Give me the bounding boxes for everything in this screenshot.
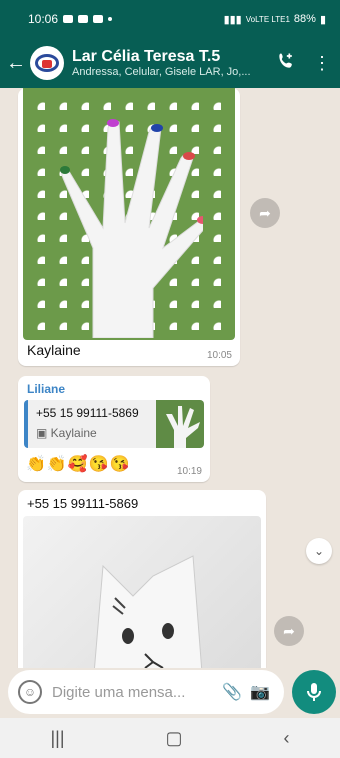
add-call-icon[interactable] <box>268 51 304 76</box>
quoted-thumbnail <box>156 400 204 448</box>
network-label: VoLTE LTE1 <box>245 14 290 24</box>
chat-header: ← Lar Célia Teresa T.5 Andressa, Celular… <box>0 38 340 88</box>
more-notifications-dot <box>108 17 113 21</box>
chat-title: Lar Célia Teresa T.5 <box>72 48 221 65</box>
more-options-icon[interactable]: ⋮ <box>304 53 340 74</box>
message-time: 10:05 <box>206 350 232 361</box>
battery-icon: ▮ <box>319 13 326 26</box>
youtube-icon <box>93 15 104 23</box>
group-avatar[interactable] <box>30 46 64 80</box>
emoji-icon[interactable]: ☺ <box>18 680 42 704</box>
home-icon[interactable]: ▢ <box>166 728 183 749</box>
recent-apps-icon[interactable]: ||| <box>50 728 64 749</box>
status-bar: 10:06 ▮▮▮ VoLTE LTE1 88% ▮ <box>0 0 340 38</box>
forward-icon[interactable]: ➦ <box>274 616 304 646</box>
image-message[interactable]: +55 15 99111-5869 <box>18 490 266 668</box>
message-list[interactable]: Kaylaine 10:05 ➦ Liliane +55 15 99111-58… <box>0 88 340 668</box>
message-input[interactable]: Digite uma mensa... <box>52 684 218 701</box>
image-message[interactable]: Kaylaine 10:05 <box>18 88 240 366</box>
message-image[interactable] <box>23 88 235 340</box>
image-caption: Kaylaine <box>27 342 81 358</box>
message-image[interactable] <box>23 516 261 668</box>
scroll-down-icon[interactable]: ⌄ <box>306 538 332 564</box>
signal-icon: ▮▮▮ <box>223 13 242 26</box>
cat-drawing-image <box>93 555 203 668</box>
message-composer[interactable]: ☺ Digite uma mensa... 📎 📷 <box>8 670 284 714</box>
chat-participants: Andressa, Celular, Gisele LAR, Jo,... <box>72 66 251 78</box>
emoji-text: 👏👏🥰😘😘 <box>26 456 131 473</box>
hand-drawing-image <box>60 119 203 338</box>
quoted-number: +55 15 99111-5869 <box>36 406 139 420</box>
back-arrow-icon[interactable]: ← <box>2 52 30 75</box>
notification-icon <box>78 15 89 23</box>
forwarded-sender-number: +55 15 99111-5869 <box>27 496 139 511</box>
mic-icon <box>307 683 321 701</box>
battery-label: 88% <box>293 13 316 25</box>
sender-name: Liliane <box>27 382 66 396</box>
message-time: 10:19 <box>176 466 202 477</box>
camera-icon[interactable]: 📷 <box>246 682 274 702</box>
chat-title-area[interactable]: Lar Célia Teresa T.5 Andressa, Celular, … <box>72 48 268 78</box>
image-icon: ▣ <box>36 426 51 440</box>
reply-message[interactable]: Liliane +55 15 99111-5869 ▣ Kaylaine 👏👏🥰… <box>18 376 210 482</box>
system-nav-bar: ||| ▢ ‹ <box>0 718 340 758</box>
quoted-message[interactable]: +55 15 99111-5869 ▣ Kaylaine <box>24 400 204 448</box>
attach-icon[interactable]: 📎 <box>218 682 246 702</box>
back-icon[interactable]: ‹ <box>284 728 290 749</box>
status-time: 10:06 <box>28 12 59 26</box>
mic-button[interactable] <box>292 670 336 714</box>
gallery-icon <box>63 15 74 23</box>
quoted-caption-text: Kaylaine <box>50 426 97 440</box>
forward-icon[interactable]: ➦ <box>250 198 280 228</box>
quoted-caption: ▣ Kaylaine <box>36 426 97 440</box>
